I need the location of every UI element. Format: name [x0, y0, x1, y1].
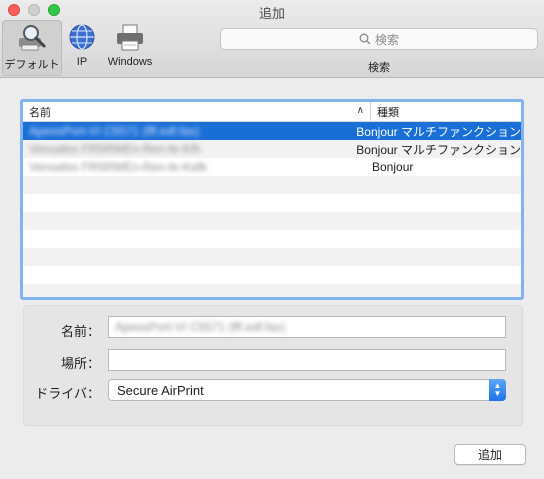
- printer-details-panel: 名前： ApeosPort-VI C5571 (fff.edf.fax) 場所：…: [23, 305, 523, 426]
- table-row[interactable]: Vensafes FR5RWEn-Ren-fe-Kafk Bonjour: [23, 158, 521, 176]
- toolbar-ip-label: IP: [76, 56, 88, 68]
- search-icon: [359, 33, 371, 45]
- name-label: 名前：: [60, 324, 100, 339]
- location-field[interactable]: [108, 349, 506, 371]
- printer-name: Vensafes FR5RWEn-Ren-fe-Kafk: [29, 160, 207, 174]
- name-field-value: ApeosPort-VI C5571 (fff.edf.fax): [115, 320, 286, 334]
- table-header: 名前 ∧ 種類: [23, 102, 521, 122]
- driver-select[interactable]: Secure AirPrint ▲ ▼: [108, 379, 506, 401]
- column-header-kind-label: 種類: [377, 106, 399, 119]
- empty-row: [23, 176, 521, 194]
- search-caption: 検索: [368, 62, 390, 74]
- globe-icon: [69, 24, 95, 50]
- toolbar-default-button[interactable]: デフォルト: [2, 20, 62, 76]
- default-printer-search-icon: [19, 25, 46, 51]
- add-button[interactable]: 追加: [454, 444, 526, 465]
- empty-row: [23, 266, 521, 284]
- empty-row: [23, 248, 521, 266]
- table-row[interactable]: ApeosPort-VI C5571 (fff.edf.fax) Bonjour…: [23, 122, 521, 140]
- toolbar-windows-label: Windows: [107, 56, 153, 68]
- empty-row: [23, 194, 521, 212]
- column-header-kind[interactable]: 種類: [371, 102, 521, 121]
- table-row[interactable]: Vensafes FR5RWEn-Ren-fe-Kfh Bonjour マルチフ…: [23, 140, 521, 158]
- printer-kind: Bonjour: [372, 160, 414, 174]
- window-toolbar: 追加 デフォルト IP Windows 検索 検索: [0, 0, 544, 78]
- column-header-name-label: 名前: [29, 106, 51, 119]
- printer-icon: [117, 24, 143, 51]
- driver-label: ドライバ：: [35, 386, 100, 401]
- empty-row: [23, 212, 521, 230]
- printer-kind: Bonjour マルチファンクション: [356, 142, 521, 157]
- location-label: 場所：: [60, 356, 100, 371]
- printer-table[interactable]: 名前 ∧ 種類 ApeosPort-VI C5571 (fff.edf.fax)…: [20, 99, 524, 300]
- toolbar-windows-button[interactable]: Windows: [102, 20, 158, 76]
- table-body: ApeosPort-VI C5571 (fff.edf.fax) Bonjour…: [23, 122, 521, 297]
- empty-row: [23, 284, 521, 297]
- name-field[interactable]: ApeosPort-VI C5571 (fff.edf.fax): [108, 316, 506, 338]
- toolbar-ip-button[interactable]: IP: [64, 20, 100, 76]
- printer-name: ApeosPort-VI C5571 (fff.edf.fax): [29, 124, 200, 138]
- toolbar-default-label: デフォルト: [4, 59, 60, 71]
- printer-name: Vensafes FR5RWEn-Ren-fe-Kfh: [29, 142, 201, 156]
- empty-row: [23, 230, 521, 248]
- sort-ascending-icon: ∧: [356, 105, 364, 116]
- column-header-name[interactable]: 名前 ∧: [23, 102, 371, 121]
- driver-select-value: Secure AirPrint: [117, 382, 204, 398]
- search-placeholder: 検索: [374, 32, 399, 47]
- search-input[interactable]: 検索: [220, 28, 538, 50]
- updown-chevron-icon: ▲ ▼: [489, 379, 506, 401]
- printer-kind: Bonjour マルチファンクション: [356, 124, 521, 139]
